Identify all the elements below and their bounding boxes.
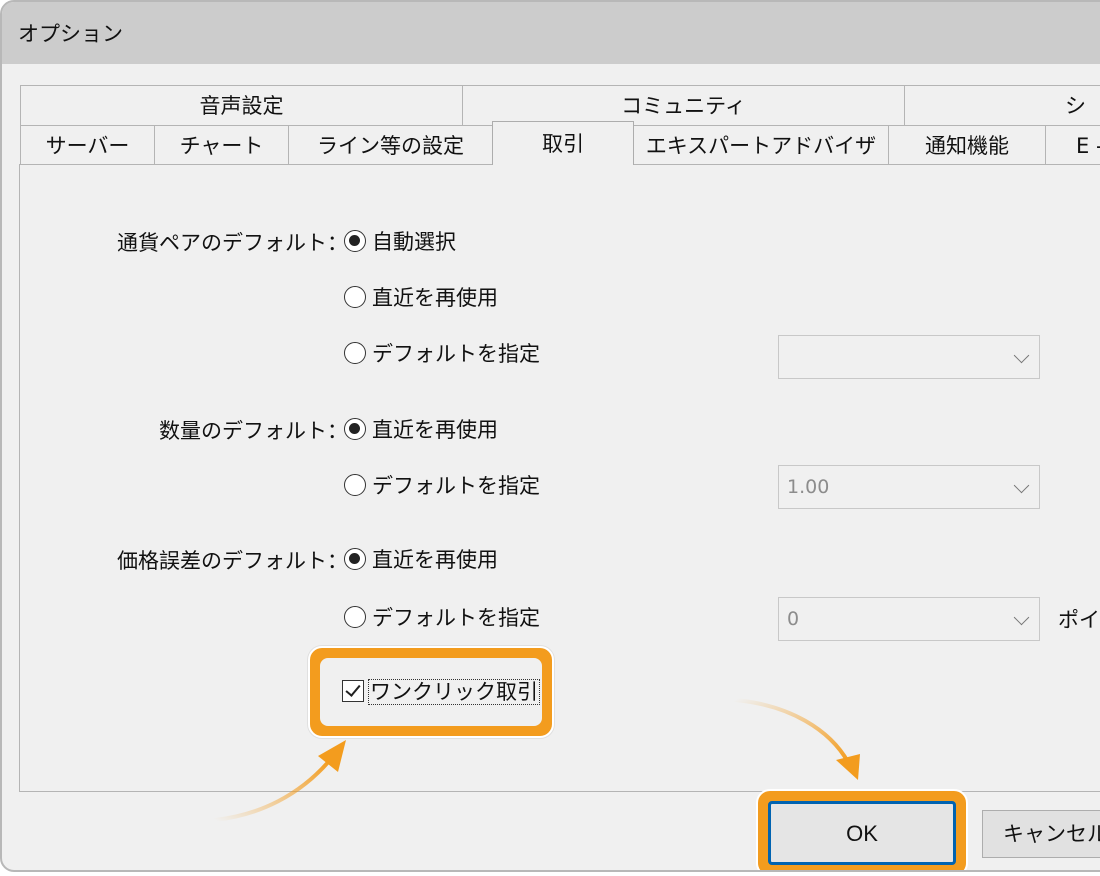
one-click-trading-label: ワンクリック取引 <box>368 679 540 705</box>
radio-button[interactable] <box>344 606 366 628</box>
tab-notifications[interactable]: 通知機能 <box>888 125 1046 165</box>
chevron-down-icon <box>1013 477 1030 494</box>
chevron-down-icon <box>1013 347 1030 364</box>
checkbox-checked-icon[interactable] <box>342 680 364 702</box>
tab-email[interactable]: E - <box>1045 125 1100 165</box>
radio-symbol-auto[interactable]: 自動選択 <box>344 227 456 257</box>
one-click-highlight: ワンクリック取引 <box>308 646 554 738</box>
radio-button[interactable] <box>344 342 366 364</box>
tab-sound[interactable]: 音声設定 <box>20 85 463 125</box>
radio-volume-specify[interactable]: デフォルトを指定 <box>344 471 540 501</box>
tab-row-upper: 音声設定 コミュニティ シ <box>20 85 1100 125</box>
tab-community[interactable]: コミュニティ <box>462 85 905 125</box>
radio-symbol-last-used[interactable]: 直近を再使用 <box>344 283 498 313</box>
symbol-default-combo[interactable] <box>778 335 1040 379</box>
tab-objects[interactable]: ライン等の設定 <box>288 125 493 165</box>
points-unit-label: ポイン <box>1058 608 1100 632</box>
ok-button-highlight: OK <box>756 789 968 870</box>
radio-button[interactable] <box>344 474 366 496</box>
trade-settings-panel: 通貨ペアのデフォルト： 自動選択 直近を再使用 デフォルトを指定 数量のデフォル… <box>19 164 1100 792</box>
deviation-default-label: 価格誤差のデフォルト： <box>117 549 348 573</box>
one-click-trading-checkbox[interactable]: ワンクリック取引 <box>342 676 540 706</box>
radio-deviation-last-used[interactable]: 直近を再使用 <box>344 545 498 575</box>
tab-trade[interactable]: 取引 <box>492 121 634 165</box>
options-dialog: オプション 音声設定 コミュニティ シ サーバー チャート ライン等の設定 取引… <box>0 0 1100 872</box>
radio-button[interactable] <box>344 286 366 308</box>
tab-expert-advisors[interactable]: エキスパートアドバイザ <box>633 125 889 165</box>
chevron-down-icon <box>1013 609 1030 626</box>
radio-deviation-specify[interactable]: デフォルトを指定 <box>344 603 540 633</box>
radio-volume-last-used[interactable]: 直近を再使用 <box>344 415 498 445</box>
one-click-area: ワンクリック取引 <box>320 658 542 726</box>
volume-default-label: 数量のデフォルト： <box>159 419 348 443</box>
symbol-default-label: 通貨ペアのデフォルト： <box>117 231 348 255</box>
deviation-default-combo[interactable]: 0 <box>778 597 1040 641</box>
radio-symbol-specify[interactable]: デフォルトを指定 <box>344 339 540 369</box>
cancel-button[interactable]: キャンセル <box>982 810 1100 858</box>
radio-button-selected[interactable] <box>344 548 366 570</box>
volume-default-combo[interactable]: 1.00 <box>778 465 1040 509</box>
radio-button-selected[interactable] <box>344 230 366 252</box>
ok-button[interactable]: OK <box>768 801 956 865</box>
tab-chart[interactable]: チャート <box>154 125 289 165</box>
tab-signals[interactable]: シ <box>904 85 1100 125</box>
radio-button-selected[interactable] <box>344 418 366 440</box>
tab-server[interactable]: サーバー <box>20 125 155 165</box>
title-bar: オプション <box>2 2 1100 64</box>
tab-row-lower: サーバー チャート ライン等の設定 取引 エキスパートアドバイザ 通知機能 E … <box>20 121 1100 165</box>
dialog-title: オプション <box>18 22 123 46</box>
